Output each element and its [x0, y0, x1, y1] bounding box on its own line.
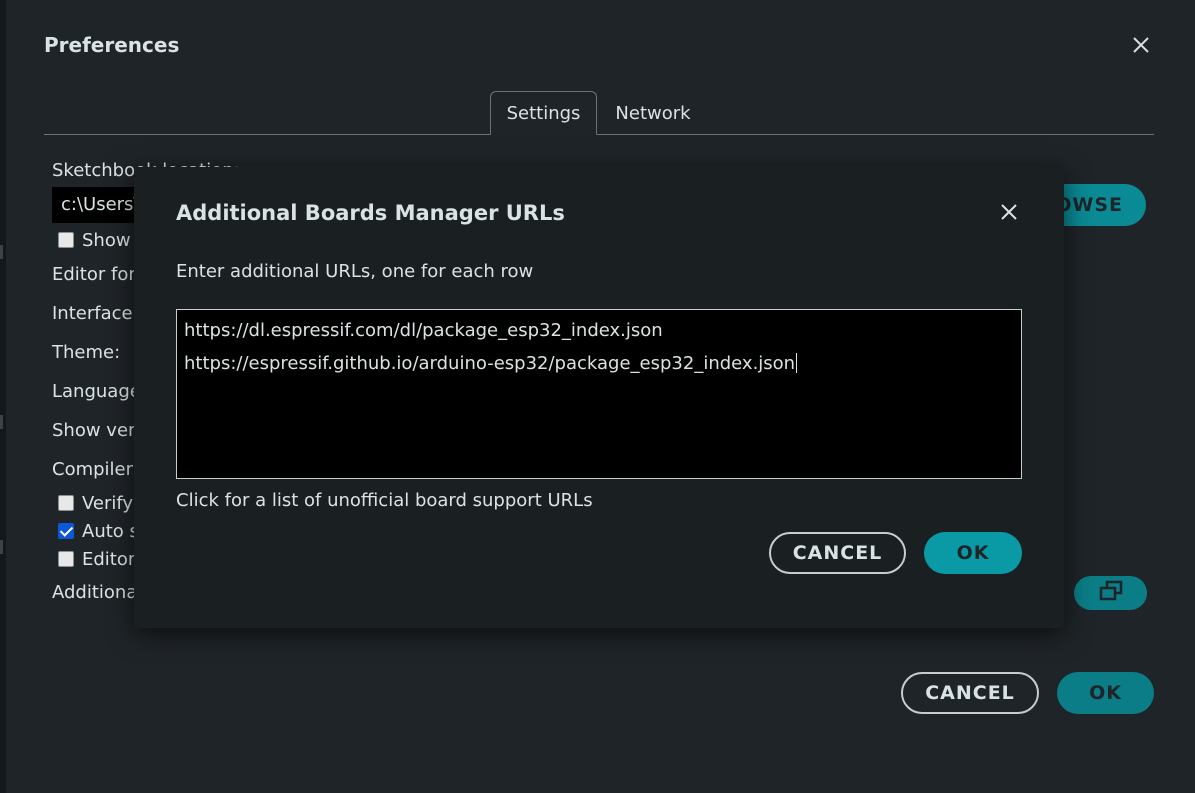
url-line: https://dl.espressif.com/dl/package_esp3… [184, 314, 1014, 347]
autosave-checkbox[interactable] [58, 523, 74, 539]
window-restore-icon [1098, 580, 1124, 606]
show-files-label: Show [82, 230, 131, 251]
window-edge [0, 0, 6, 793]
preferences-title: Preferences [44, 33, 180, 57]
text-caret [796, 353, 798, 373]
open-urls-editor-button[interactable] [1074, 576, 1147, 610]
edge-marker [0, 415, 3, 429]
theme-label: Theme: [52, 342, 121, 363]
autosave-label: Auto s [82, 521, 139, 542]
show-files-checkbox[interactable] [58, 232, 74, 248]
url-line: https://espressif.github.io/arduino-esp3… [184, 347, 1014, 380]
tab-network[interactable]: Network [600, 91, 706, 135]
dialog-cancel-button[interactable]: CANCEL [769, 532, 906, 574]
dialog-description: Enter additional URLs, one for each row [176, 261, 534, 282]
compiler-warnings-label: Compiler [52, 459, 134, 480]
url-text: https://espressif.github.io/arduino-esp3… [184, 353, 796, 374]
additional-urls-label: Additiona [52, 582, 138, 603]
tab-settings[interactable]: Settings [490, 91, 597, 135]
editor-font-label: Editor font [52, 264, 147, 285]
language-label: Language [52, 381, 141, 402]
unofficial-boards-link[interactable]: Click for a list of unofficial board sup… [176, 490, 593, 511]
tabs-divider [44, 134, 1154, 135]
dialog-ok-button[interactable]: OK [924, 532, 1022, 574]
preferences-ok-button[interactable]: OK [1057, 672, 1154, 714]
preferences-close-icon[interactable] [1129, 33, 1153, 57]
edge-marker [0, 245, 3, 259]
editor-quick-suggestions-checkbox[interactable] [58, 551, 74, 567]
dialog-close-icon[interactable] [997, 200, 1021, 224]
verify-checkbox[interactable] [58, 495, 74, 511]
urls-textarea[interactable]: https://dl.espressif.com/dl/package_esp3… [176, 309, 1022, 479]
additional-urls-dialog: Additional Boards Manager URLs Enter add… [134, 167, 1064, 628]
verify-label: Verify [82, 493, 134, 514]
url-text: https://dl.espressif.com/dl/package_esp3… [184, 320, 663, 341]
dialog-title: Additional Boards Manager URLs [176, 201, 565, 225]
preferences-cancel-button[interactable]: CANCEL [901, 672, 1039, 714]
editor-quick-suggestions-label: Editor [82, 549, 136, 570]
edge-marker [0, 540, 3, 554]
show-verbose-label: Show verl [52, 420, 141, 441]
